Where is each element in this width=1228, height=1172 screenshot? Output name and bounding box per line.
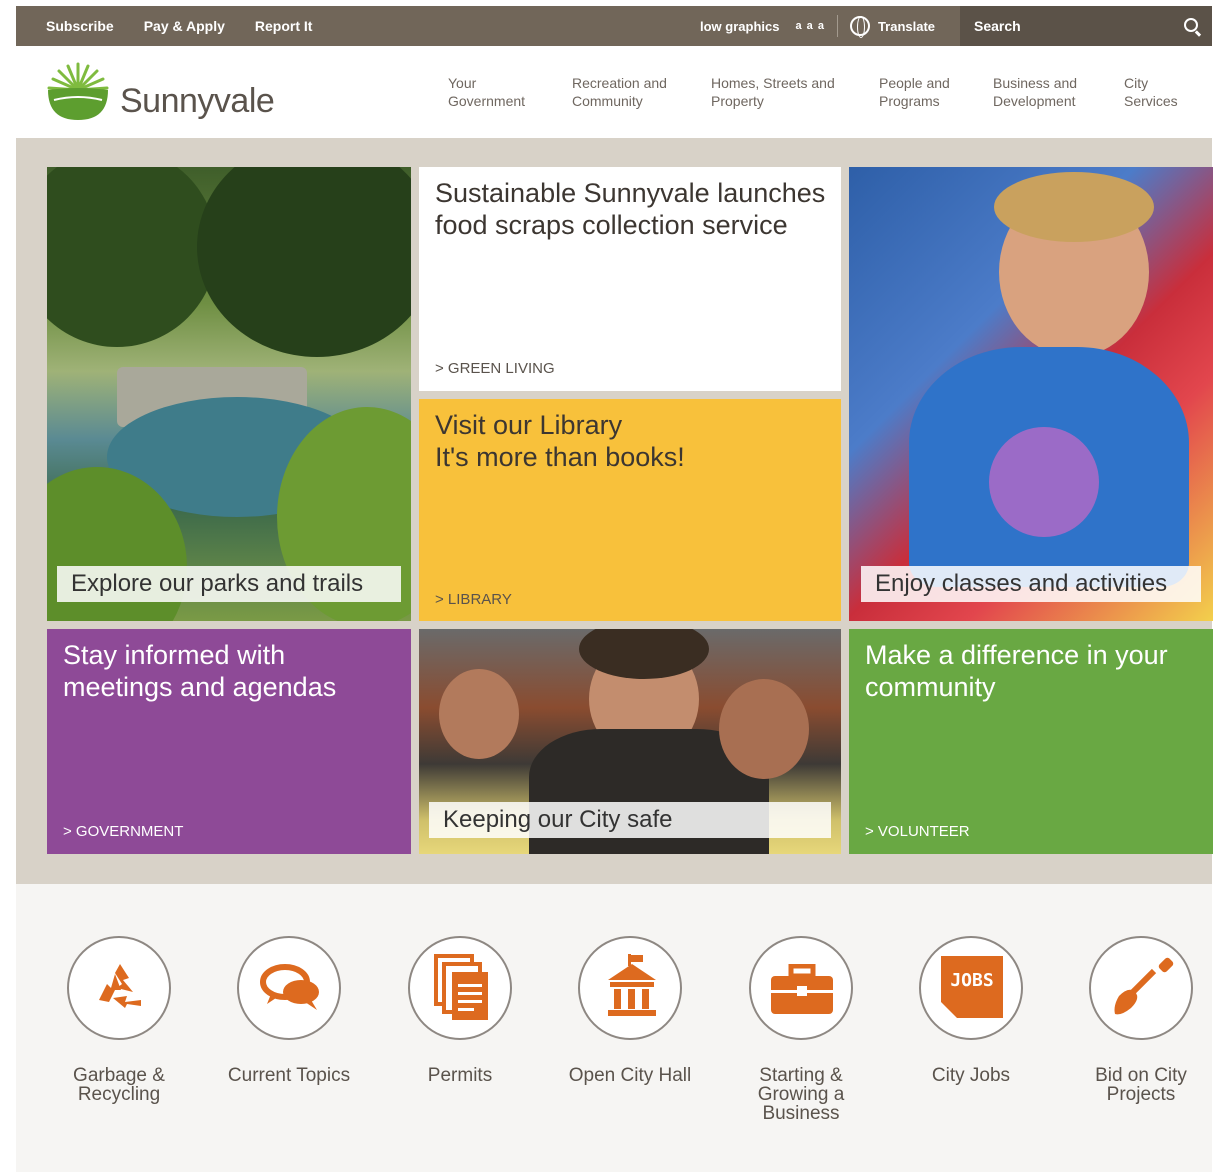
brand-name: Sunnyvale [120,81,275,120]
nav-label: Your [448,75,477,91]
quick-link-city-jobs[interactable]: JOBS City Jobs [896,936,1046,1085]
quick-link-label: Bid on City Projects [1095,1065,1187,1105]
quick-link-circle [237,936,341,1040]
safe-caption: Keeping our City safe [429,802,831,838]
firefighter-face [439,669,519,759]
jobs-icon: JOBS [941,956,1003,1018]
nav-label: Property [711,93,764,109]
nav-your-government[interactable]: Your Government [448,74,525,110]
firefighter-face [719,679,809,779]
quick-link-label: Starting & Growing a Business [757,1065,845,1124]
nav-label: City [1124,75,1149,91]
tile-parks-trails[interactable]: Explore our parks and trails [47,167,411,621]
library-title: Visit our Library It's more than books! [435,409,827,473]
nav-city-services[interactable]: City Services [1124,74,1178,110]
tile-sustainable-sunnyvale[interactable]: Sustainable Sunnyvale launches food scra… [419,167,841,391]
nav-people-programs[interactable]: People and Programs [879,74,950,110]
child-hair [994,172,1154,242]
nav-label: Homes, Streets and [711,75,835,91]
utility-tools: low graphics a a a Translate [700,6,935,46]
library-title-line2: It's more than books! [435,442,685,472]
tile-library[interactable]: Visit our Library It's more than books! … [419,399,841,621]
quick-link-circle [578,936,682,1040]
green-living-link[interactable]: > GREEN LIVING [435,360,555,377]
library-link[interactable]: > LIBRARY [435,591,512,608]
quick-link-circle: JOBS [919,936,1023,1040]
nav-business-development[interactable]: Business and Development [993,74,1077,110]
hippo-print [989,427,1099,537]
library-title-line1: Visit our Library [435,410,623,440]
stay-title: Stay informed with meetings and agendas [63,640,337,702]
nav-label: Development [993,93,1076,109]
tile-meetings-agendas[interactable]: Stay informed with meetings and agendas … [47,629,411,854]
quick-links: Garbage & Recycling Current Topics Permi… [16,884,1212,1172]
text-size-toggle[interactable]: a a a [795,20,824,32]
jobs-corner [941,1002,957,1018]
tile-volunteer[interactable]: Make a difference in your community > VO… [849,629,1213,854]
quick-link-starting-business[interactable]: Starting & Growing a Business [726,936,876,1123]
translate-link[interactable]: Translate [878,19,935,34]
government-link[interactable]: > GOVERNMENT [63,823,183,840]
quick-link-open-city-hall[interactable]: Open City Hall [555,936,705,1085]
volunteer-link[interactable]: > VOLUNTEER [865,823,970,840]
quick-link-bid-projects[interactable]: Bid on City Projects [1066,936,1216,1104]
report-it-link[interactable]: Report It [255,18,313,34]
city-hall-icon [608,954,656,1016]
tile-city-safe[interactable]: Keeping our City safe [419,629,841,854]
quick-link-label: Current Topics [227,1065,351,1086]
feature-grid: Explore our parks and trails Sustainable… [16,138,1213,884]
quick-link-circle [1089,936,1193,1040]
nav-homes-streets-property[interactable]: Homes, Streets and Property [711,74,835,110]
sustain-title: Sustainable Sunnyvale launches food scra… [435,178,826,240]
nav-label: Programs [879,93,940,109]
utility-bar: Subscribe Pay & Apply Report It low grap… [16,6,1212,46]
tree-foliage [47,167,217,347]
low-graphics-link[interactable]: low graphics [700,19,779,34]
recycle-icon [99,964,141,1008]
sun-logo-icon [47,62,109,120]
pay-apply-link[interactable]: Pay & Apply [144,18,225,34]
nav-label: Recreation and [572,75,667,91]
classes-caption: Enjoy classes and activities [861,566,1201,602]
quick-link-permits[interactable]: Permits [385,936,535,1085]
quick-link-label: Open City Hall [568,1065,692,1086]
chat-bubbles-icon [260,964,319,1010]
nav-label: Community [572,93,643,109]
tree-foliage [197,167,411,357]
nav-label: People and [879,75,950,91]
page: Subscribe Pay & Apply Report It low grap… [0,0,1228,1172]
nav-recreation-community[interactable]: Recreation and Community [572,74,667,110]
nav-label: Services [1124,93,1178,109]
subscribe-link[interactable]: Subscribe [46,18,114,34]
parks-caption: Explore our parks and trails [57,566,401,602]
diff-title: Make a difference in your community [865,640,1168,702]
quick-link-circle [408,936,512,1040]
nav-label: Government [448,93,526,109]
documents-icon [434,954,488,1020]
site-header: Sunnyvale Your Government Recreation and… [16,46,1212,138]
briefcase-icon [771,964,833,1014]
search-input[interactable]: Search [960,6,1212,46]
quick-link-circle [67,936,171,1040]
shovel-icon [1114,957,1174,1015]
quick-link-label: Garbage & Recycling [73,1065,165,1105]
search-placeholder: Search [974,18,1021,34]
nav-label: Business and [993,75,1078,91]
jobs-badge: JOBS [950,970,994,991]
quick-link-label: Permits [427,1065,493,1086]
quick-link-current-topics[interactable]: Current Topics [214,936,364,1085]
tile-classes-activities[interactable]: Enjoy classes and activities [849,167,1213,621]
utility-divider [836,15,838,37]
globe-icon[interactable] [849,16,870,38]
quick-link-circle [749,936,853,1040]
quick-link-label: City Jobs [931,1065,1011,1086]
site-logo[interactable]: Sunnyvale [46,60,275,122]
quick-link-garbage-recycling[interactable]: Garbage & Recycling [44,936,194,1104]
search-icon[interactable] [1184,18,1198,32]
